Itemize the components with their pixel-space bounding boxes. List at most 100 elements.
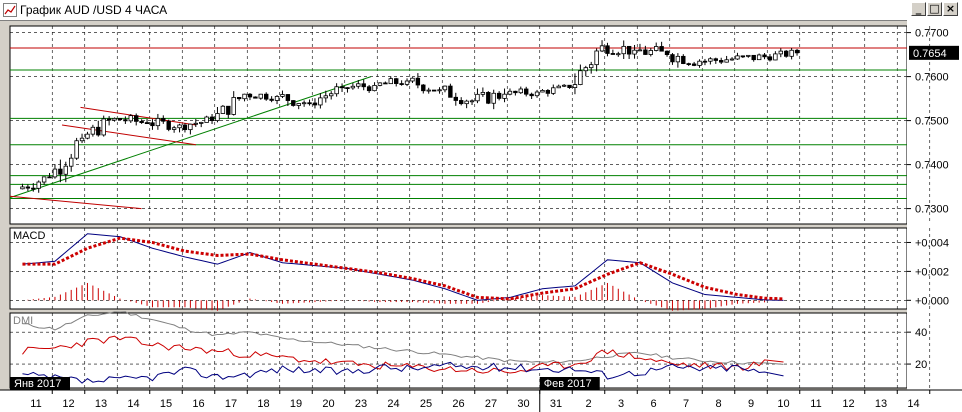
candle-body xyxy=(746,54,751,57)
candle-body xyxy=(139,120,144,124)
window-title: График AUD /USD 4 ЧАСА xyxy=(20,3,168,17)
candle-body xyxy=(166,120,171,130)
candle-body xyxy=(134,115,139,122)
candle-body xyxy=(31,187,36,190)
candle-body xyxy=(572,84,578,88)
candle-body xyxy=(269,98,274,101)
date-tick-label: 27 xyxy=(485,398,497,410)
price-tick-label: 0.7400 xyxy=(915,160,949,172)
date-tick-label: 3 xyxy=(618,398,624,410)
candle-body xyxy=(616,53,621,56)
candle-body xyxy=(79,137,85,142)
date-tick-label: 23 xyxy=(355,398,367,410)
candle-body xyxy=(307,102,312,105)
date-tick-label: 9 xyxy=(748,398,754,410)
candle-body xyxy=(599,45,605,52)
candle-body xyxy=(47,176,52,179)
candle-body xyxy=(767,56,773,61)
candle-body xyxy=(561,84,567,87)
price-tick-label: 0.7300 xyxy=(915,204,949,216)
minimize-button[interactable]: _ xyxy=(911,2,926,16)
candle-body xyxy=(356,83,361,87)
candle-body xyxy=(226,105,231,115)
date-tick-label: 6 xyxy=(650,398,656,410)
candle-body xyxy=(199,122,204,124)
candle-body xyxy=(291,100,296,106)
candle-body xyxy=(177,124,182,129)
candle-body xyxy=(182,124,188,131)
candle-body xyxy=(247,93,253,98)
candle-body xyxy=(372,85,377,92)
candle-body xyxy=(161,118,166,122)
candle-body xyxy=(664,50,670,55)
date-tick-label: 7 xyxy=(683,398,689,410)
candle-body xyxy=(756,54,762,61)
candle-body xyxy=(719,60,724,63)
date-tick-label: 20 xyxy=(322,398,334,410)
date-tick-label: 12 xyxy=(62,398,74,410)
close-button[interactable]: × xyxy=(943,2,958,16)
candle-body xyxy=(648,50,653,55)
candle-body xyxy=(691,63,697,66)
candle-body xyxy=(383,82,388,85)
maximize-button[interactable]: □ xyxy=(927,2,942,16)
candle-body xyxy=(605,45,610,54)
candle-body xyxy=(578,70,583,85)
candle-body xyxy=(334,86,339,95)
candle-body xyxy=(69,157,74,167)
chart-area[interactable]: 0.7700 0.7600 0.7500 0.7400 0.7300 0.7654 MACD… xyxy=(0,20,962,412)
candle-body xyxy=(215,113,220,122)
date-tick-label: 13 xyxy=(95,398,107,410)
candle-body xyxy=(762,54,767,58)
chart-app-icon xyxy=(3,3,17,17)
candle-body xyxy=(626,45,632,55)
chart-window: График AUD /USD 4 ЧАСА _ □ × 0.7700 0.760… xyxy=(0,0,962,412)
candle-body xyxy=(280,94,285,97)
candle-body xyxy=(361,83,366,88)
date-tick-label: 11 xyxy=(30,398,41,410)
candle-body xyxy=(469,100,475,103)
candle-body xyxy=(264,93,269,100)
date-tick-label: 11 xyxy=(810,398,821,410)
candle-body xyxy=(415,77,421,86)
month-label: Фев 2017 xyxy=(544,378,592,390)
candle-body xyxy=(74,140,79,159)
date-tick-label: 26 xyxy=(452,398,464,410)
candle-body xyxy=(637,49,643,52)
candle-body xyxy=(323,95,328,99)
candle-body xyxy=(106,118,112,121)
candle-body xyxy=(193,122,198,125)
macd-tick-label: +0.004 xyxy=(915,237,949,249)
date-tick-label: 10 xyxy=(777,398,789,410)
candle-body xyxy=(697,60,702,66)
candle-body xyxy=(350,85,356,89)
candle-body xyxy=(729,58,735,61)
candle-body xyxy=(236,97,242,100)
candle-body xyxy=(220,105,226,114)
candle-body xyxy=(404,80,410,85)
candle-body xyxy=(713,58,718,61)
date-tick-label: 14 xyxy=(907,398,919,410)
candle-body xyxy=(773,53,778,61)
title-bar[interactable]: График AUD /USD 4 ЧАСА _ □ × xyxy=(0,0,962,21)
candle-body xyxy=(96,126,101,136)
date-tick-label: 14 xyxy=(127,398,139,410)
candle-body xyxy=(675,55,681,63)
candle-body xyxy=(431,89,437,92)
candle-body xyxy=(751,54,756,61)
dmi-tick-label: 40 xyxy=(915,327,927,339)
candle-body xyxy=(708,58,713,62)
candle-body xyxy=(594,50,599,66)
candle-body xyxy=(112,118,117,121)
candle-body xyxy=(155,118,161,127)
candle-body xyxy=(524,88,529,95)
candle-body xyxy=(610,53,616,55)
candle-body xyxy=(204,116,209,123)
current-price-label: 0.7654 xyxy=(913,48,947,60)
candle-body xyxy=(171,127,177,130)
candle-body xyxy=(253,96,258,99)
date-tick-label: 13 xyxy=(875,398,887,410)
candle-body xyxy=(36,181,41,189)
candle-body xyxy=(480,92,486,95)
candle-body xyxy=(318,97,323,106)
